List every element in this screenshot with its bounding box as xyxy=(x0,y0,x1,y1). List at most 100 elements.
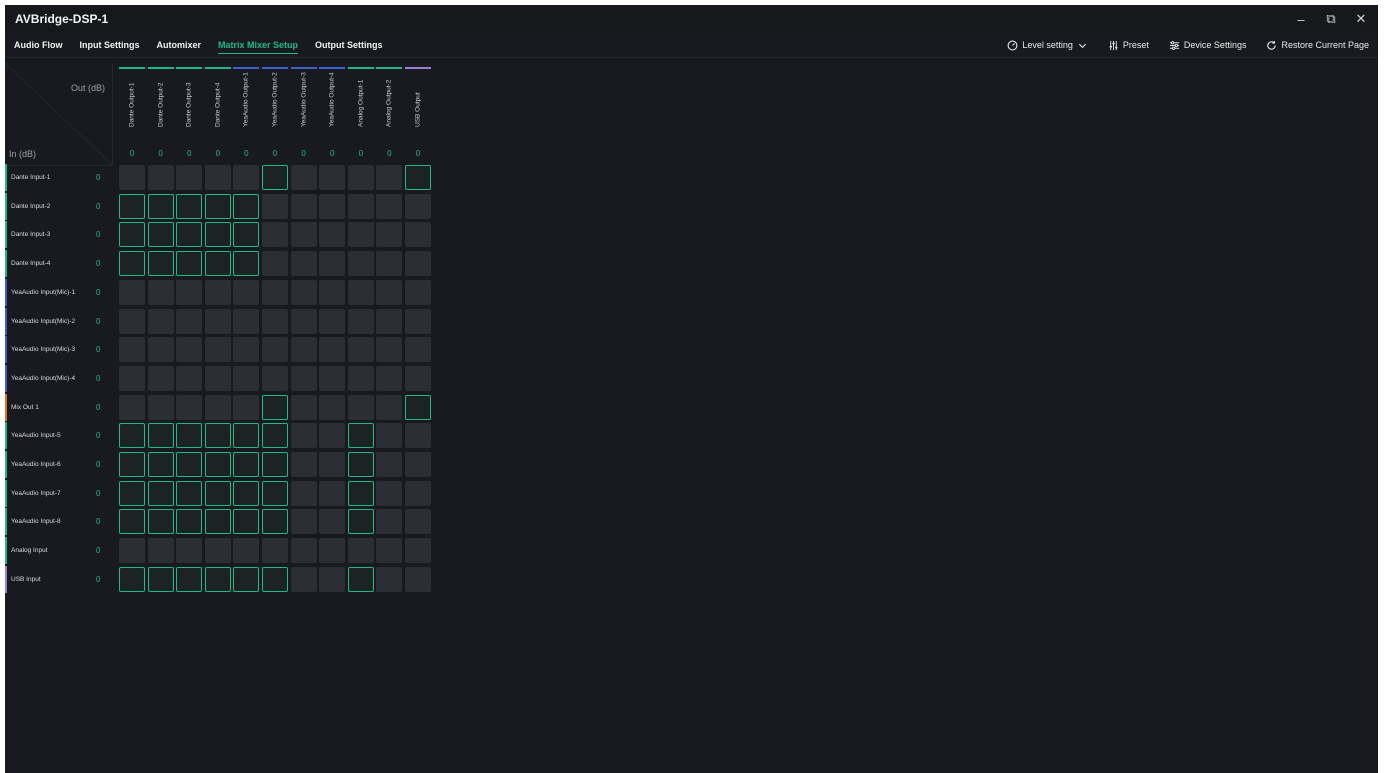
matrix-crosspoint-on[interactable] xyxy=(233,566,260,592)
minimize-icon[interactable]: – xyxy=(1294,12,1308,27)
matrix-crosspoint-off[interactable] xyxy=(376,337,403,363)
matrix-crosspoint-on[interactable] xyxy=(204,251,231,277)
matrix-crosspoint-off[interactable] xyxy=(176,394,203,420)
matrix-crosspoint-off[interactable] xyxy=(319,337,346,363)
matrix-crosspoint-off[interactable] xyxy=(319,165,346,190)
output-column-header[interactable]: Dante Output-2 xyxy=(147,67,174,127)
matrix-crosspoint-off[interactable] xyxy=(262,251,288,277)
input-level[interactable]: 0 xyxy=(96,566,100,593)
matrix-crosspoint-on[interactable] xyxy=(262,566,288,592)
matrix-crosspoint-on[interactable] xyxy=(147,509,174,535)
matrix-crosspoint-on[interactable] xyxy=(147,222,174,248)
input-level[interactable]: 0 xyxy=(96,365,100,392)
input-level[interactable]: 0 xyxy=(96,451,100,478)
matrix-crosspoint-off[interactable] xyxy=(204,365,231,391)
matrix-crosspoint-off[interactable] xyxy=(176,165,203,190)
output-column-header[interactable]: USB Output xyxy=(405,67,431,127)
tab-output-settings[interactable]: Output Settings xyxy=(315,33,383,57)
matrix-crosspoint-on[interactable] xyxy=(119,509,145,535)
matrix-crosspoint-on[interactable] xyxy=(147,566,174,592)
matrix-crosspoint-off[interactable] xyxy=(319,423,346,449)
matrix-crosspoint-off[interactable] xyxy=(319,452,346,477)
tab-audio-flow[interactable]: Audio Flow xyxy=(14,33,63,57)
matrix-crosspoint-off[interactable] xyxy=(233,337,260,363)
output-level[interactable]: 0 xyxy=(233,149,259,158)
matrix-crosspoint-off[interactable] xyxy=(176,337,203,363)
matrix-crosspoint-on[interactable] xyxy=(204,452,231,477)
output-level[interactable]: 0 xyxy=(319,149,345,158)
output-level[interactable]: 0 xyxy=(291,149,317,158)
matrix-crosspoint-on[interactable] xyxy=(119,193,145,219)
matrix-crosspoint-on[interactable] xyxy=(204,222,231,248)
matrix-crosspoint-off[interactable] xyxy=(119,394,145,420)
matrix-crosspoint-off[interactable] xyxy=(347,308,374,334)
matrix-crosspoint-on[interactable] xyxy=(147,452,174,477)
output-column-header[interactable]: Dante Output-4 xyxy=(204,67,231,127)
matrix-crosspoint-off[interactable] xyxy=(405,337,431,363)
input-level[interactable]: 0 xyxy=(96,537,100,564)
matrix-crosspoint-on[interactable] xyxy=(347,423,374,449)
matrix-crosspoint-on[interactable] xyxy=(405,165,431,190)
matrix-crosspoint-off[interactable] xyxy=(262,365,288,391)
matrix-crosspoint-off[interactable] xyxy=(176,365,203,391)
matrix-crosspoint-off[interactable] xyxy=(319,566,346,592)
matrix-crosspoint-off[interactable] xyxy=(405,222,431,248)
matrix-crosspoint-off[interactable] xyxy=(347,222,374,248)
input-level[interactable]: 0 xyxy=(96,422,100,449)
matrix-crosspoint-off[interactable] xyxy=(405,251,431,277)
matrix-crosspoint-on[interactable] xyxy=(262,480,288,506)
matrix-crosspoint-off[interactable] xyxy=(405,365,431,391)
matrix-crosspoint-on[interactable] xyxy=(119,423,145,449)
level-setting-dropdown[interactable]: Level setting xyxy=(1007,40,1088,51)
matrix-crosspoint-on[interactable] xyxy=(347,480,374,506)
matrix-crosspoint-on[interactable] xyxy=(204,193,231,219)
input-level[interactable]: 0 xyxy=(96,336,100,363)
matrix-crosspoint-off[interactable] xyxy=(405,308,431,334)
output-column-header[interactable]: Analog Output-1 xyxy=(347,67,374,127)
matrix-crosspoint-off[interactable] xyxy=(376,509,403,535)
matrix-crosspoint-off[interactable] xyxy=(233,394,260,420)
matrix-crosspoint-on[interactable] xyxy=(176,193,203,219)
matrix-crosspoint-on[interactable] xyxy=(176,423,203,449)
matrix-crosspoint-on[interactable] xyxy=(233,509,260,535)
matrix-crosspoint-on[interactable] xyxy=(119,566,145,592)
matrix-crosspoint-on[interactable] xyxy=(262,452,288,477)
matrix-crosspoint-off[interactable] xyxy=(290,308,317,334)
input-level[interactable]: 0 xyxy=(96,308,100,335)
matrix-crosspoint-on[interactable] xyxy=(347,566,374,592)
output-level[interactable]: 0 xyxy=(119,149,145,158)
output-column-header[interactable]: Analog Output-2 xyxy=(376,67,403,127)
matrix-crosspoint-on[interactable] xyxy=(204,566,231,592)
matrix-crosspoint-off[interactable] xyxy=(290,193,317,219)
matrix-crosspoint-off[interactable] xyxy=(290,452,317,477)
restore-current-page-button[interactable]: Restore Current Page xyxy=(1266,40,1369,51)
matrix-crosspoint-off[interactable] xyxy=(204,394,231,420)
matrix-crosspoint-off[interactable] xyxy=(347,193,374,219)
matrix-crosspoint-off[interactable] xyxy=(376,279,403,305)
matrix-crosspoint-off[interactable] xyxy=(405,480,431,506)
matrix-crosspoint-on[interactable] xyxy=(347,509,374,535)
matrix-crosspoint-on[interactable] xyxy=(119,452,145,477)
matrix-crosspoint-off[interactable] xyxy=(290,423,317,449)
matrix-crosspoint-off[interactable] xyxy=(405,538,431,564)
matrix-crosspoint-off[interactable] xyxy=(147,394,174,420)
matrix-crosspoint-off[interactable] xyxy=(347,538,374,564)
matrix-crosspoint-off[interactable] xyxy=(376,538,403,564)
device-settings-button[interactable]: Device Settings xyxy=(1169,40,1246,51)
input-level[interactable]: 0 xyxy=(96,480,100,507)
matrix-crosspoint-off[interactable] xyxy=(319,251,346,277)
matrix-crosspoint-off[interactable] xyxy=(376,193,403,219)
matrix-crosspoint-on[interactable] xyxy=(262,165,288,190)
matrix-crosspoint-on[interactable] xyxy=(347,452,374,477)
matrix-crosspoint-off[interactable] xyxy=(233,279,260,305)
matrix-crosspoint-off[interactable] xyxy=(290,566,317,592)
matrix-crosspoint-off[interactable] xyxy=(376,452,403,477)
matrix-crosspoint-off[interactable] xyxy=(119,165,145,190)
matrix-crosspoint-off[interactable] xyxy=(290,538,317,564)
output-level[interactable]: 0 xyxy=(176,149,202,158)
matrix-crosspoint-off[interactable] xyxy=(290,279,317,305)
matrix-crosspoint-off[interactable] xyxy=(262,337,288,363)
output-level[interactable]: 0 xyxy=(348,149,374,158)
matrix-crosspoint-on[interactable] xyxy=(405,394,431,420)
matrix-crosspoint-off[interactable] xyxy=(376,308,403,334)
